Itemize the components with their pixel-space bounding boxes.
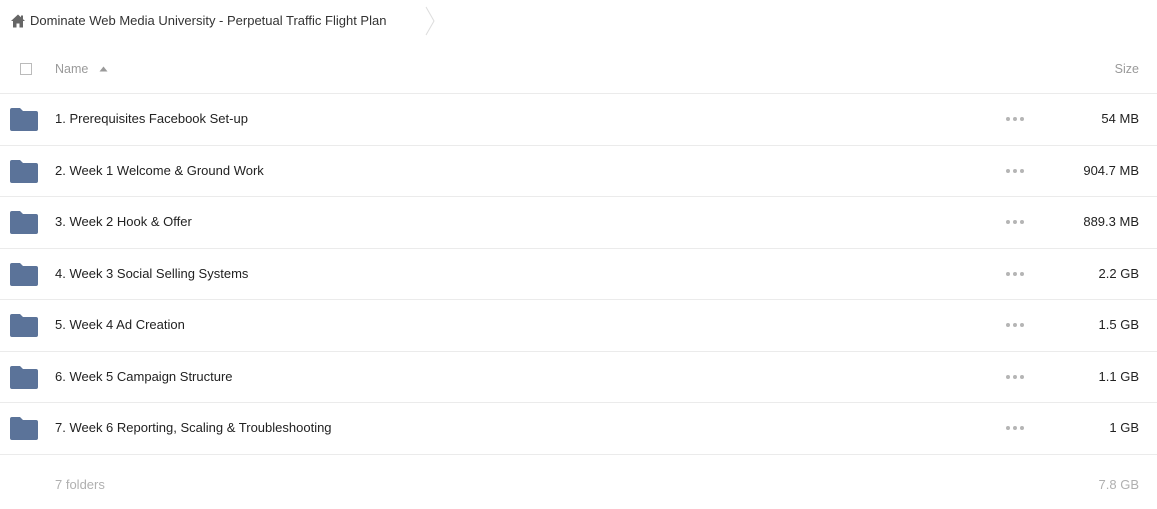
folder-size: 1.1 GB bbox=[1098, 368, 1139, 384]
folder-row[interactable]: 6. Week 5 Campaign Structure 1.1 GB bbox=[0, 352, 1157, 403]
folder-icon bbox=[10, 365, 38, 389]
folder-name[interactable]: 4. Week 3 Social Selling Systems bbox=[55, 266, 248, 282]
folder-list: 1. Prerequisites Facebook Set-up 54 MB 2… bbox=[0, 94, 1157, 455]
folder-size: 2.2 GB bbox=[1098, 265, 1139, 281]
folder-icon bbox=[10, 211, 38, 234]
name-column-header[interactable]: Name bbox=[55, 61, 88, 77]
folder-count: 7 folders bbox=[55, 477, 105, 492]
folder-icon bbox=[10, 314, 38, 337]
folder-icon bbox=[10, 108, 38, 131]
more-options-icon[interactable] bbox=[1006, 163, 1024, 179]
folder-size: 54 MB bbox=[1101, 111, 1139, 126]
folder-name[interactable]: 5. Week 4 Ad Creation bbox=[55, 317, 185, 333]
home-icon[interactable] bbox=[10, 13, 26, 29]
breadcrumb-current-folder[interactable]: Dominate Web Media University - Perpetua… bbox=[30, 13, 386, 29]
folder-size: 1.5 GB bbox=[1098, 317, 1139, 332]
folder-size: 1 GB bbox=[1109, 420, 1139, 435]
total-size: 7.8 GB bbox=[1098, 477, 1139, 492]
folder-name[interactable]: 6. Week 5 Campaign Structure bbox=[55, 369, 233, 385]
folder-row[interactable]: 4. Week 3 Social Selling Systems 2.2 GB bbox=[0, 249, 1157, 300]
more-options-icon[interactable] bbox=[1006, 317, 1024, 333]
more-options-icon[interactable] bbox=[1006, 111, 1024, 127]
folder-name[interactable]: 7. Week 6 Reporting, Scaling & Troublesh… bbox=[55, 420, 332, 436]
file-list-header: Name Size bbox=[0, 44, 1157, 94]
size-column-header[interactable]: Size bbox=[1115, 61, 1139, 77]
folder-size: 889.3 MB bbox=[1083, 214, 1139, 229]
more-options-icon[interactable] bbox=[1006, 214, 1024, 230]
folder-name[interactable]: 3. Week 2 Hook & Offer bbox=[55, 214, 192, 230]
folder-icon bbox=[10, 262, 38, 286]
breadcrumb-separator-icon bbox=[425, 6, 435, 36]
folder-name[interactable]: 1. Prerequisites Facebook Set-up bbox=[55, 111, 248, 127]
more-options-icon[interactable] bbox=[1006, 369, 1024, 385]
folder-icon bbox=[10, 417, 38, 440]
folder-row[interactable]: 7. Week 6 Reporting, Scaling & Troublesh… bbox=[0, 403, 1157, 455]
sort-ascending-icon[interactable] bbox=[99, 66, 108, 72]
folder-icon bbox=[10, 159, 38, 183]
breadcrumb: Dominate Web Media University - Perpetua… bbox=[0, 0, 1157, 44]
folder-row[interactable]: 1. Prerequisites Facebook Set-up 54 MB bbox=[0, 94, 1157, 146]
folder-name[interactable]: 2. Week 1 Welcome & Ground Work bbox=[55, 163, 264, 179]
select-all-checkbox[interactable] bbox=[20, 63, 32, 75]
more-options-icon[interactable] bbox=[1006, 266, 1024, 282]
folder-row[interactable]: 3. Week 2 Hook & Offer 889.3 MB bbox=[0, 197, 1157, 249]
folder-row[interactable]: 5. Week 4 Ad Creation 1.5 GB bbox=[0, 300, 1157, 352]
folder-row[interactable]: 2. Week 1 Welcome & Ground Work 904.7 MB bbox=[0, 146, 1157, 197]
folder-size: 904.7 MB bbox=[1083, 162, 1139, 178]
more-options-icon[interactable] bbox=[1006, 420, 1024, 436]
list-summary: 7 folders 7.8 GB bbox=[0, 470, 1157, 500]
